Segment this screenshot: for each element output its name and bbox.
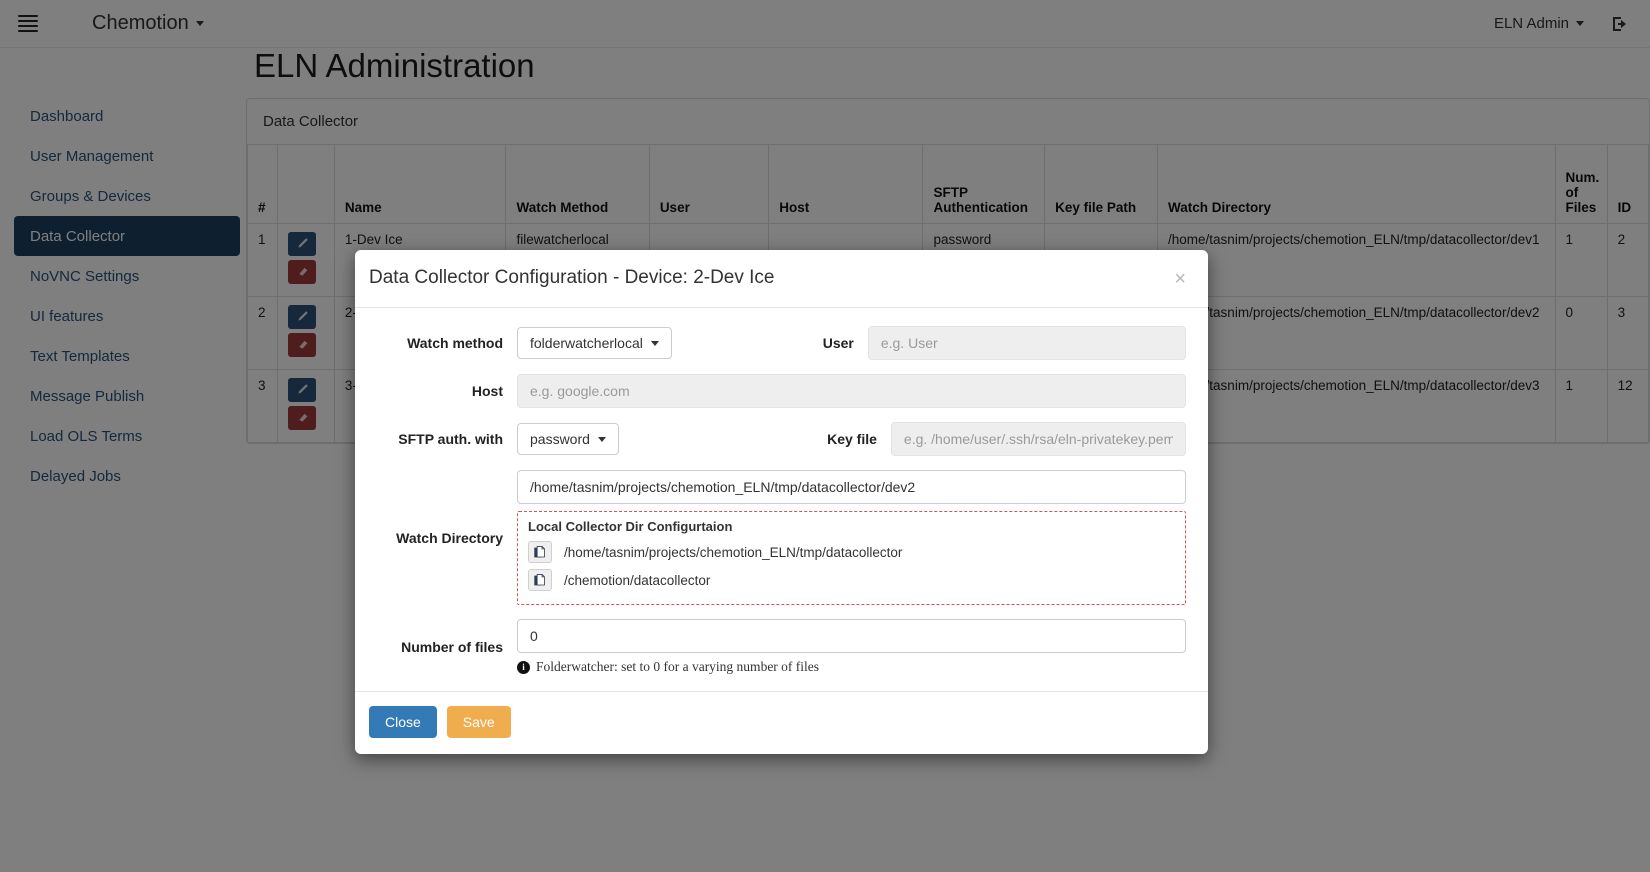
copy-icon[interactable] (528, 569, 552, 591)
local-dir-path: /chemotion/datacollector (564, 572, 711, 588)
local-dir-path: /home/tasnim/projects/chemotion_ELN/tmp/… (564, 544, 903, 560)
row-watch-method: Watch method folderwatcherlocal User (369, 326, 1186, 360)
chevron-down-icon (597, 436, 606, 442)
info-icon: i (517, 660, 530, 674)
sftp-auth-value: password (530, 431, 590, 447)
watch-method-value: folderwatcherlocal (530, 335, 643, 351)
number-of-files-input[interactable] (517, 619, 1186, 653)
local-collector-dir-box: Local Collector Dir Configurtaion /home/… (517, 511, 1186, 605)
host-input[interactable] (517, 374, 1186, 408)
local-collector-dir-title: Local Collector Dir Configurtaion (528, 519, 733, 534)
row-host: Host (369, 374, 1186, 408)
sftp-auth-label: SFTP auth. with (398, 431, 503, 447)
modal-footer: Close Save (355, 691, 1208, 754)
watch-method-label: Watch method (407, 335, 503, 351)
copy-icon[interactable] (528, 541, 552, 563)
save-button[interactable]: Save (446, 706, 511, 738)
help-text-label: Folderwatcher: set to 0 for a varying nu… (536, 659, 820, 674)
host-label: Host (471, 383, 503, 399)
row-watch-directory: Watch Directory Local Collector Dir Conf… (369, 470, 1186, 605)
watch-method-dropdown[interactable]: folderwatcherlocal (517, 327, 672, 359)
list-item: /chemotion/datacollector (528, 566, 1175, 594)
close-button[interactable]: Close (369, 706, 437, 738)
data-collector-config-modal: Data Collector Configuration - Device: 2… (355, 250, 1208, 754)
modal-body: Watch method folderwatcherlocal User e.g… (355, 308, 1208, 691)
key-file-input[interactable] (890, 422, 1186, 456)
modal-header: Data Collector Configuration - Device: 2… (355, 250, 1208, 308)
watch-directory-input[interactable] (517, 470, 1186, 504)
user-input[interactable] (867, 326, 1186, 360)
folderwatcher-help-text: i Folderwatcher: set to 0 for a varying … (517, 659, 1186, 675)
number-of-files-label: Number of files (401, 639, 503, 655)
sftp-auth-dropdown[interactable]: password (517, 423, 619, 455)
watch-directory-label: Watch Directory (396, 529, 503, 546)
chevron-down-icon (650, 340, 659, 346)
list-item: /home/tasnim/projects/chemotion_ELN/tmp/… (528, 538, 1175, 566)
modal-title: Data Collector Configuration - Device: 2… (369, 267, 775, 288)
close-icon[interactable]: × (1170, 267, 1190, 291)
user-label: User (822, 335, 854, 351)
row-sftp-auth: SFTP auth. with password Key file (369, 422, 1186, 456)
row-number-of-files: Number of files i Folderwatcher: set to … (369, 619, 1186, 675)
key-file-label: Key file (827, 431, 877, 447)
page-root: Chemotion ELN Admin ELN Administration D… (0, 0, 1650, 872)
